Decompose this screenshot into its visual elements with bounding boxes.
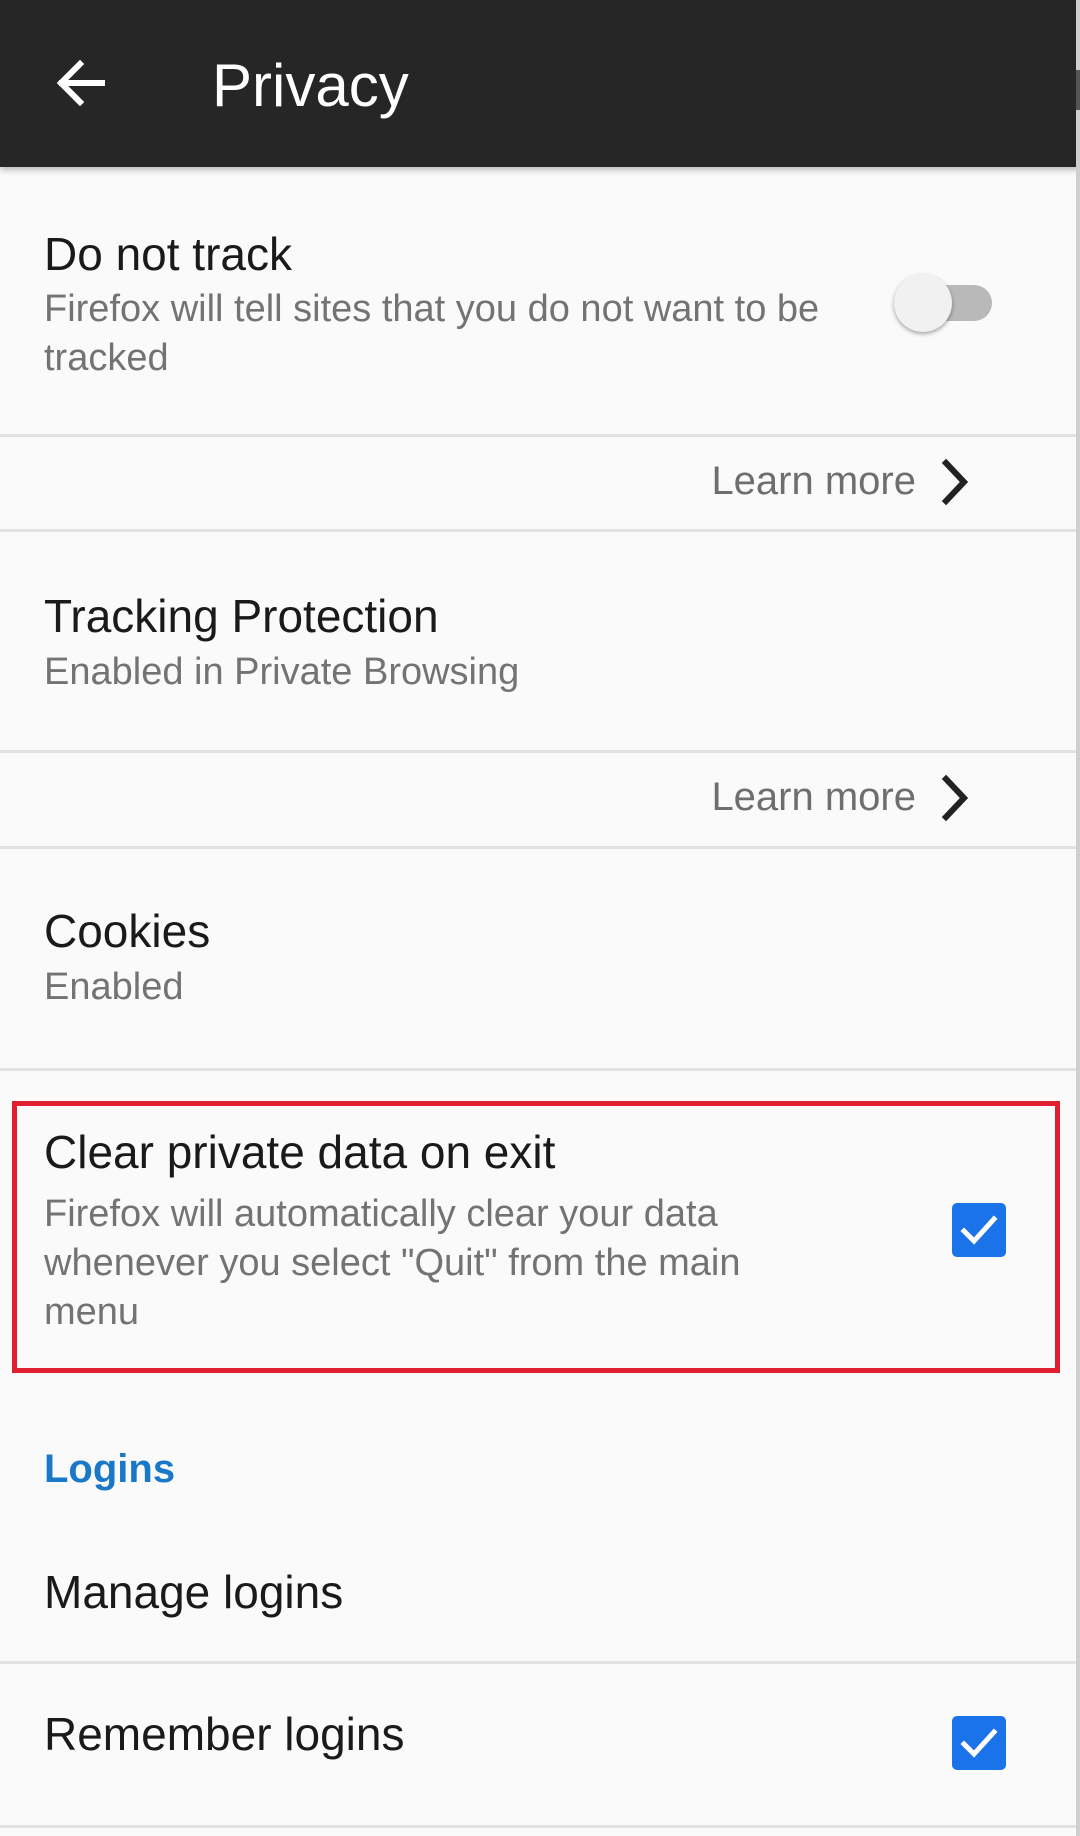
pref-clear-private-data[interactable]: Clear private data on exit Firefox will … bbox=[0, 1101, 1076, 1373]
pref-summary: Firefox will tell sites that you do not … bbox=[44, 288, 820, 379]
pref-manage-logins[interactable]: Manage logins bbox=[0, 1522, 1076, 1661]
pref-title: Tracking Protection bbox=[44, 590, 439, 642]
page-title: Privacy bbox=[212, 52, 409, 119]
do-not-track-switch[interactable] bbox=[894, 273, 998, 333]
learn-more-do-not-track[interactable]: Learn more bbox=[0, 437, 1076, 529]
pref-summary: Firefox will automatically clear your da… bbox=[44, 1193, 741, 1333]
divider bbox=[0, 1825, 1076, 1828]
learn-more-label: Learn more bbox=[711, 775, 916, 819]
toolbar: Privacy bbox=[0, 0, 1080, 167]
remember-logins-checkbox[interactable] bbox=[952, 1716, 1006, 1770]
pref-title: Remember logins bbox=[44, 1708, 405, 1760]
checkmark-icon bbox=[960, 1215, 998, 1245]
section-header-logins: Logins bbox=[44, 1447, 176, 1491]
learn-more-tracking-protection[interactable]: Learn more bbox=[0, 753, 1076, 845]
privacy-settings-screen: Privacy Do not track Firefox will tell s… bbox=[0, 0, 1080, 1836]
pref-tracking-protection[interactable]: Tracking Protection Enabled in Private B… bbox=[0, 532, 1076, 750]
pref-title: Clear private data on exit bbox=[44, 1126, 556, 1178]
arrow-left-icon bbox=[56, 59, 105, 107]
pref-summary: Enabled in Private Browsing bbox=[44, 651, 520, 693]
scrollbar-thumb[interactable] bbox=[1076, 70, 1080, 110]
checkmark-icon bbox=[960, 1728, 998, 1758]
pref-summary: Enabled bbox=[44, 966, 184, 1008]
clear-private-data-checkbox[interactable] bbox=[952, 1203, 1006, 1257]
chevron-right-icon bbox=[941, 458, 969, 506]
pref-cookies[interactable]: Cookies Enabled bbox=[0, 849, 1076, 1068]
learn-more-label: Learn more bbox=[711, 459, 916, 503]
chevron-right-icon bbox=[941, 774, 969, 822]
pref-remember-logins[interactable]: Remember logins bbox=[0, 1664, 1076, 1825]
switch-thumb bbox=[894, 274, 952, 332]
pref-title: Cookies bbox=[44, 905, 211, 957]
divider bbox=[0, 1068, 1076, 1071]
pref-title: Do not track bbox=[44, 228, 292, 280]
back-button[interactable] bbox=[30, 38, 130, 128]
scrollbar-track bbox=[1076, 0, 1080, 1836]
pref-title: Manage logins bbox=[44, 1566, 344, 1618]
